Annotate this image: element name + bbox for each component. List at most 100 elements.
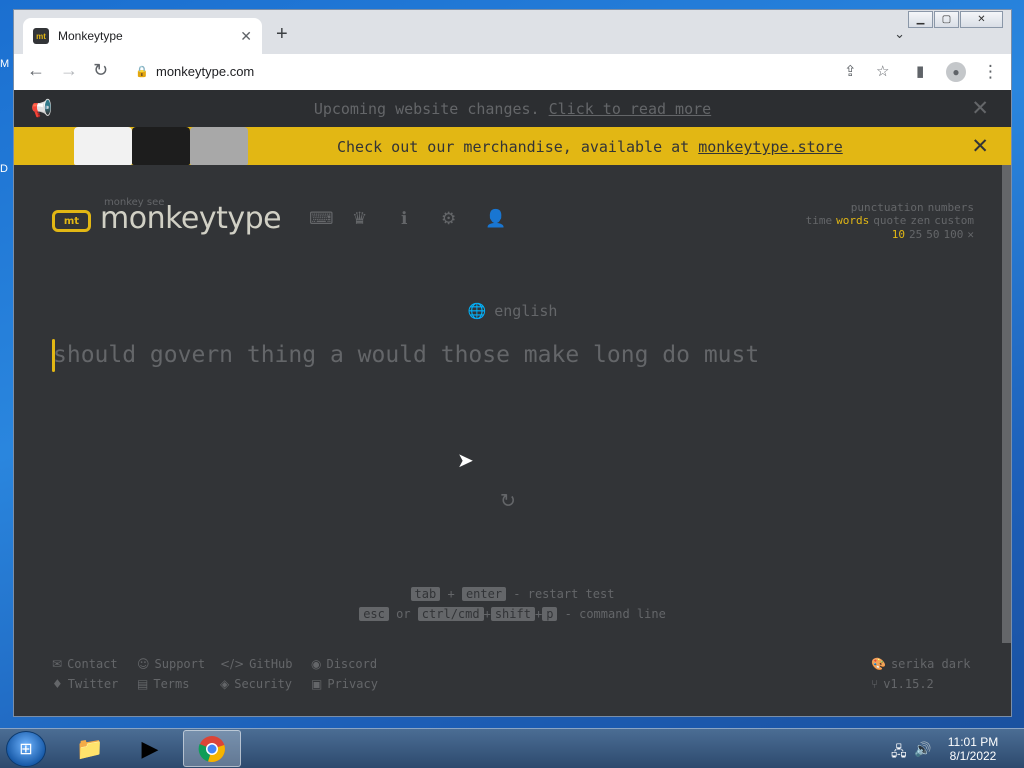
footer-discord[interactable]: ◉ Discord — [311, 657, 377, 671]
desktop-icon-label: M — [0, 58, 10, 70]
notice-banner: 📢 Upcoming website changes. Click to rea… — [14, 90, 1011, 127]
menu-icon[interactable]: ⋮ — [982, 62, 999, 82]
media-player-taskbar-button[interactable]: ▶ — [121, 730, 179, 767]
keyboard-icon[interactable]: ⌨ — [309, 209, 334, 229]
merch-shirt-image — [74, 127, 132, 165]
merch-message: Check out our merchandise, available at — [337, 138, 699, 156]
volume-icon[interactable]: 🔊 — [914, 741, 931, 758]
footer-link-label: Privacy — [327, 677, 378, 691]
mode-time[interactable]: time — [806, 214, 833, 227]
share-icon[interactable]: ⇪ — [844, 62, 857, 80]
media-player-icon: ▶ — [141, 735, 159, 761]
browser-tab[interactable]: mt Monkeytype ✕ — [23, 18, 262, 54]
logo-text[interactable]: monkeytype — [100, 201, 282, 236]
mouse-pointer: ➤ — [457, 448, 474, 472]
plus-sign: + — [483, 607, 491, 621]
theme-button[interactable]: 🎨 serika dark — [871, 657, 970, 671]
gear-icon[interactable]: ⚙ — [441, 209, 456, 229]
crown-icon[interactable]: ♛ — [352, 209, 367, 229]
page-scrollbar[interactable] — [1002, 165, 1011, 643]
code-branch-icon: ⑂ — [871, 677, 879, 691]
side-panel-icon[interactable]: ▮ — [916, 62, 924, 80]
code-icon: </> — [220, 657, 245, 671]
back-button[interactable]: ← — [27, 60, 45, 81]
mode-quote[interactable]: quote — [873, 214, 906, 227]
maximize-button[interactable]: ▢ — [934, 11, 959, 28]
version-label: v1.15.2 — [883, 677, 934, 691]
twitter-icon: ♦ — [52, 677, 63, 691]
globe-icon: 🌐 — [467, 302, 487, 320]
footer-contact[interactable]: ✉ Contact — [52, 657, 118, 671]
minimize-button[interactable]: ▁ — [908, 11, 933, 28]
new-tab-button[interactable]: + — [276, 24, 288, 44]
monkeytype-logo-icon[interactable]: mt — [52, 210, 91, 232]
browser-toolbar: ← → ↻ 🔒 monkeytype.com ⇪ ☆ ▮ ● ⋮ — [14, 54, 1011, 90]
taskbar-clock[interactable]: 11:01 PM 8/1/2022 — [937, 735, 1009, 763]
profile-avatar[interactable]: ● — [946, 62, 966, 82]
count-25[interactable]: 25 — [909, 228, 922, 241]
close-merch-icon[interactable]: ✕ — [971, 134, 989, 158]
version-button[interactable]: ⑂ v1.15.2 — [871, 677, 934, 691]
close-notice-icon[interactable]: ✕ — [971, 96, 989, 120]
or-text: or — [396, 607, 411, 621]
footer-terms[interactable]: ▤ Terms — [137, 677, 189, 691]
chrome-taskbar-button[interactable] — [183, 730, 241, 767]
theme-label: serika dark — [890, 657, 971, 671]
restart-test-icon[interactable]: ↻ — [500, 490, 516, 512]
footer-twitter[interactable]: ♦ Twitter — [52, 677, 118, 691]
esc-key: esc — [359, 607, 389, 621]
merch-shirt-image — [132, 127, 190, 165]
merch-store-link[interactable]: monkeytype.store — [698, 138, 843, 156]
punctuation-toggle[interactable]: punctuation — [851, 201, 924, 214]
monkeytype-favicon: mt — [33, 28, 49, 44]
footer-link-label: Discord — [326, 657, 378, 671]
mode-custom[interactable]: custom — [934, 214, 974, 227]
folder-icon: 📁 — [76, 735, 104, 761]
footer-github[interactable]: </> GitHub — [220, 657, 293, 671]
tab-close-icon[interactable]: ✕ — [240, 28, 252, 45]
envelope-icon: ✉ — [52, 657, 63, 671]
plus-sign: + — [447, 587, 455, 601]
user-icon[interactable]: 👤 — [485, 209, 506, 229]
explorer-taskbar-button[interactable]: 📁 — [61, 730, 119, 767]
mode-words[interactable]: words — [836, 214, 869, 227]
p-key: p — [542, 607, 558, 621]
tab-key: tab — [410, 587, 441, 601]
close-window-button[interactable]: ✕ — [960, 11, 1003, 28]
desktop-icon-label: D — [0, 163, 8, 175]
bookmark-star-icon[interactable]: ☆ — [876, 62, 889, 80]
footer-link-label: Twitter — [67, 677, 119, 691]
command-line-hint: esc or ctrl/cmd + shift + p - command line — [14, 607, 1011, 621]
command-hint-text: - command line — [557, 607, 666, 621]
tab-title: Monkeytype — [58, 29, 123, 43]
count-100[interactable]: 100 — [944, 228, 964, 241]
footer-link-label: Terms — [153, 677, 190, 691]
discord-icon: ◉ — [311, 657, 322, 671]
footer-support[interactable]: ☺ Support — [137, 657, 205, 671]
count-10[interactable]: 10 — [892, 228, 905, 241]
start-button[interactable]: ⊞ — [6, 731, 46, 767]
mode-zen[interactable]: zen — [910, 214, 930, 227]
footer-link-label: Security — [234, 677, 293, 691]
address-bar[interactable]: monkeytype.com — [156, 64, 254, 79]
lock-icon: ▣ — [311, 677, 323, 691]
reload-button[interactable]: ↻ — [93, 60, 108, 81]
network-icon[interactable]: 🖧 — [891, 741, 907, 765]
footer-link-label: Contact — [67, 657, 118, 671]
count-50[interactable]: 50 — [926, 228, 939, 241]
notice-read-more-link[interactable]: Click to read more — [549, 100, 712, 118]
language-label: english — [494, 302, 558, 320]
merch-text: Check out our merchandise, available at … — [337, 138, 843, 156]
merch-shirt-image — [190, 127, 248, 165]
footer-privacy[interactable]: ▣ Privacy — [311, 677, 378, 691]
lock-icon[interactable]: 🔒 — [135, 65, 149, 78]
forward-button[interactable]: → — [60, 60, 78, 81]
info-icon[interactable]: ℹ — [401, 209, 407, 229]
custom-count-wrench-icon[interactable]: ✕ — [967, 228, 974, 241]
numbers-toggle[interactable]: numbers — [928, 201, 974, 214]
language-selector[interactable]: 🌐 english — [14, 302, 1011, 320]
footer-security[interactable]: ◈ Security — [220, 677, 292, 691]
test-words[interactable]: should govern thing a would those make l… — [53, 342, 759, 368]
tab-search-chevron-icon[interactable]: ⌄ — [894, 26, 905, 42]
notice-message: Upcoming website changes. — [313, 100, 549, 118]
